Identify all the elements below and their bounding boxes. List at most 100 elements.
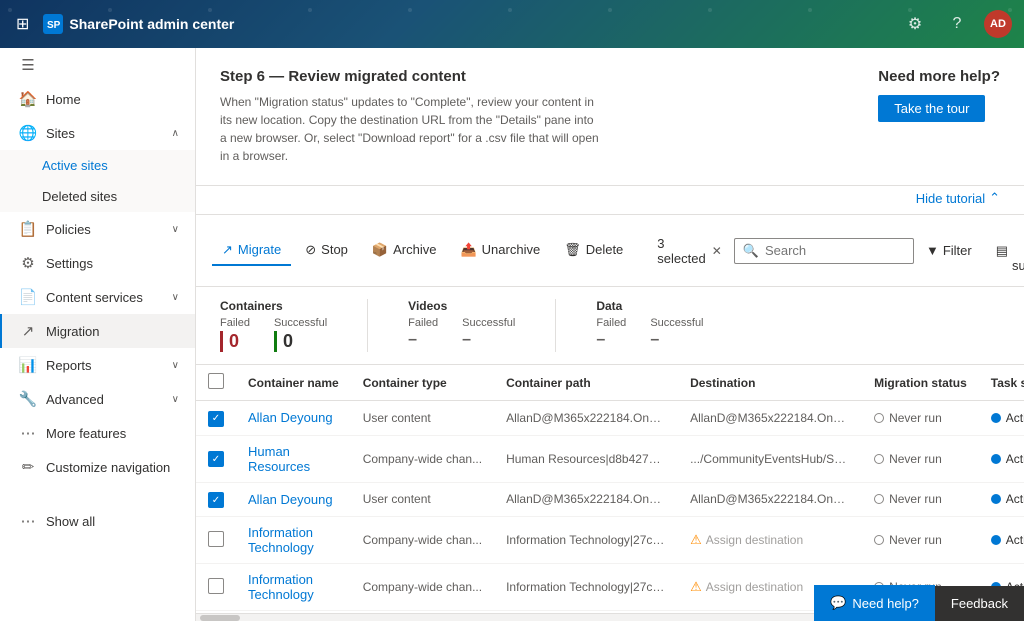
task-state-dot: [991, 413, 1001, 423]
chat-icon: 💬: [830, 595, 846, 611]
search-input[interactable]: [765, 243, 905, 258]
hamburger-icon: ☰: [18, 56, 38, 74]
container-name-link[interactable]: Allan Deyoung: [248, 410, 333, 425]
container-path-cell: Information Technology|27c5c063-4c79-4..…: [494, 564, 678, 611]
settings-nav-icon: ⚙: [18, 254, 38, 272]
destination-cell: .../CommunityEventsHub/Shared Docume...: [678, 435, 862, 482]
filter-icon: ▼: [926, 243, 939, 258]
data-success: Successful –: [650, 317, 703, 349]
row-checkbox-4[interactable]: [208, 578, 224, 594]
sidebar-item-content-services[interactable]: 📄 Content services ∨: [0, 280, 195, 314]
sidebar-item-settings[interactable]: ⚙ Settings: [0, 246, 195, 280]
containers-title: Containers: [220, 299, 327, 313]
sharepoint-logo-icon: SP: [43, 14, 63, 34]
selected-count: 3 selected ✕: [657, 236, 721, 266]
migration-status-cell: Never run: [862, 435, 979, 482]
container-name-link[interactable]: Information Technology: [248, 572, 314, 602]
warning-icon: ⚠: [690, 579, 702, 595]
feedback-button[interactable]: Feedback: [935, 586, 1024, 621]
stop-tab[interactable]: ⊘ Stop: [295, 236, 358, 266]
destination-cell: AllanD@M365x222184.OnMicrosoft.com: [678, 401, 862, 436]
migrate-tab[interactable]: ↗ Migrate: [212, 236, 291, 266]
container-name-link[interactable]: Information Technology: [248, 525, 314, 555]
more-features-icon: ⋯: [18, 424, 38, 442]
sidebar-item-active-sites[interactable]: Active sites: [0, 150, 195, 181]
migration-status-cell: Never run: [862, 401, 979, 436]
videos-stats-items: Failed – Successful –: [408, 317, 515, 349]
containers-success: Successful 0: [274, 317, 327, 352]
svg-text:SP: SP: [47, 20, 61, 31]
container-path-cell: AllanD@M365x222184.OnMicrosoft.com|...: [494, 401, 678, 436]
destination-cell: AllanD@M365x222184.OnMicrosoft.com: [678, 482, 862, 517]
unarchive-tab[interactable]: 📤 Unarchive: [450, 236, 550, 266]
th-task-state[interactable]: Task state: [979, 365, 1024, 401]
row-checkbox-2[interactable]: ✓: [208, 492, 224, 508]
container-name-link[interactable]: Allan Deyoung: [248, 492, 333, 507]
sites-icon: 🌐: [18, 124, 38, 142]
th-container-type[interactable]: Container type: [351, 365, 494, 401]
destination-cell: ⚠ Assign destination: [678, 517, 862, 564]
container-name-link[interactable]: Human Resources: [248, 444, 310, 474]
hide-tutorial-button[interactable]: Hide tutorial ⌃: [916, 190, 1000, 206]
task-state-cell: Active: [979, 435, 1024, 482]
container-name-cell: Information Technology: [236, 517, 351, 564]
archive-tab[interactable]: 📦 Archive: [362, 236, 447, 266]
content-area: Step 6 — Review migrated content When "M…: [196, 48, 1024, 621]
help-icon[interactable]: ?: [942, 9, 972, 39]
migration-icon: ↗: [18, 322, 38, 340]
containers-stats: Containers Failed 0 Successful 0: [220, 299, 368, 352]
th-checkbox: [196, 365, 236, 401]
table-row: ✓ Allan DeyoungUser contentAllanD@M365x2…: [196, 482, 1024, 517]
row-checkbox-cell: ✓: [196, 435, 236, 482]
sidebar-item-customize-navigation[interactable]: ✏ Customize navigation: [0, 450, 195, 484]
chevron-up-icon-2: ⌃: [989, 190, 1000, 206]
table-row: ✓ Human ResourcesCompany-wide chan...Hum…: [196, 435, 1024, 482]
sidebar-item-advanced[interactable]: 🔧 Advanced ∨: [0, 382, 195, 416]
sidebar-item-migration[interactable]: ↗ Migration: [0, 314, 195, 348]
archive-icon: 📦: [372, 242, 388, 258]
migration-status-dot: [874, 535, 884, 545]
sidebar-item-home[interactable]: 🏠 Home: [0, 82, 195, 116]
sidebar-item-more-features[interactable]: ⋯ More features: [0, 416, 195, 450]
data-stats: Data Failed – Successful –: [596, 299, 743, 352]
container-name-cell: Information Technology: [236, 564, 351, 611]
task-state-dot: [991, 535, 1001, 545]
row-checkbox-1[interactable]: ✓: [208, 451, 224, 467]
select-all-checkbox[interactable]: [208, 373, 224, 389]
search-box[interactable]: 🔍: [734, 238, 914, 264]
delete-tab[interactable]: 🗑 Delete: [554, 236, 633, 266]
hide-table-button[interactable]: ▤ Hide table summary: [988, 223, 1024, 278]
filter-button[interactable]: ▼ Filter: [918, 238, 980, 263]
toolbar: ↗ Migrate ⊘ Stop 📦 Archive 📤 Unarchive 🗑…: [196, 215, 1024, 287]
container-path-cell: Information Technology|27c5c063-4c79-4..…: [494, 517, 678, 564]
reports-icon: 📊: [18, 356, 38, 374]
stop-icon: ⊘: [305, 242, 316, 258]
videos-failed: Failed –: [408, 317, 438, 349]
app-title: SP SharePoint admin center: [43, 14, 234, 34]
settings-icon[interactable]: ⚙: [900, 9, 930, 39]
clear-selection-button[interactable]: ✕: [712, 244, 722, 258]
th-container-path[interactable]: Container path: [494, 365, 678, 401]
task-state-dot: [991, 494, 1001, 504]
sidebar-item-deleted-sites[interactable]: Deleted sites: [0, 181, 195, 212]
home-icon: 🏠: [18, 90, 38, 108]
sidebar-item-policies[interactable]: 📋 Policies ∨: [0, 212, 195, 246]
sidebar-item-sites[interactable]: 🌐 Sites ∧: [0, 116, 195, 150]
th-migration-status[interactable]: Migration status: [862, 365, 979, 401]
container-type-cell: User content: [351, 401, 494, 436]
sidebar-toggle[interactable]: ☰: [0, 48, 195, 82]
th-container-name[interactable]: Container name: [236, 365, 351, 401]
need-help-button[interactable]: 💬 Need help?: [814, 585, 935, 621]
container-name-cell: Human Resources: [236, 435, 351, 482]
avatar[interactable]: AD: [984, 10, 1012, 38]
take-tour-button[interactable]: Take the tour: [878, 95, 985, 122]
row-checkbox-3[interactable]: [208, 531, 224, 547]
th-destination[interactable]: Destination: [678, 365, 862, 401]
main-layout: ☰ 🏠 Home 🌐 Sites ∧ Active sites Deleted …: [0, 48, 1024, 621]
sidebar-item-show-all[interactable]: ⋯ Show all: [0, 504, 195, 538]
table-row: Information TechnologyCompany-wide chan.…: [196, 517, 1024, 564]
videos-stats: Videos Failed – Successful –: [408, 299, 556, 352]
row-checkbox-0[interactable]: ✓: [208, 411, 224, 427]
waffle-icon[interactable]: ⊞: [12, 10, 33, 38]
sidebar-item-reports[interactable]: 📊 Reports ∨: [0, 348, 195, 382]
